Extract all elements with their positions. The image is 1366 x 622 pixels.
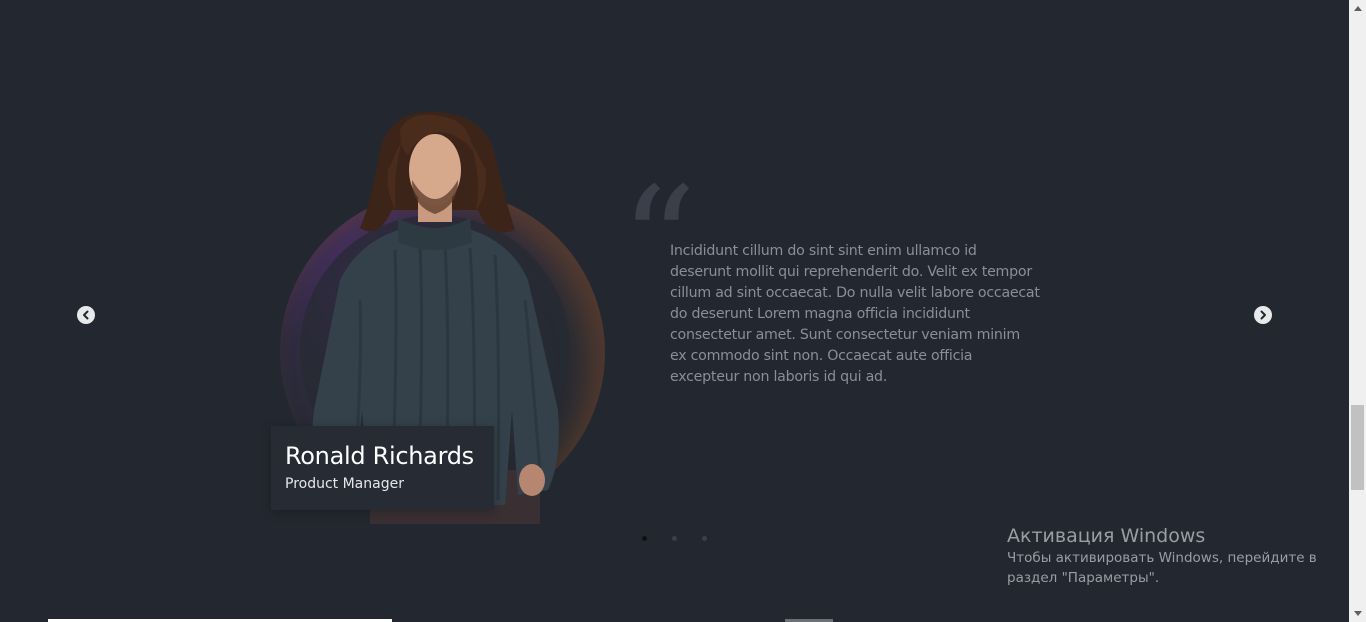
triangle-down-icon [1353, 611, 1362, 616]
carousel-next-button[interactable] [1254, 306, 1272, 324]
author-name: Ronald Richards [285, 442, 474, 470]
testimonial-section: Ronald Richards Product Manager “ Incidi… [0, 0, 1349, 622]
carousel-prev-button[interactable] [77, 306, 95, 324]
windows-activation-title: Активация Windows [1007, 525, 1206, 547]
testimonial-text: Incididunt cillum do sint sint enim ulla… [670, 243, 1040, 385]
windows-activation-line1: Чтобы активировать Windows, перейдите в [1007, 550, 1317, 566]
scroll-up-button[interactable] [1349, 0, 1366, 17]
carousel-dot-1[interactable] [642, 536, 647, 541]
carousel-dot-3[interactable] [702, 536, 707, 541]
carousel-dot-2[interactable] [672, 536, 677, 541]
windows-activation-watermark: Активация Windows Чтобы активировать Win… [1007, 524, 1317, 588]
windows-activation-line2: раздел "Параметры". [1007, 570, 1160, 586]
scroll-down-button[interactable] [1349, 605, 1366, 622]
testimonial-author-card: Ronald Richards Product Manager [271, 426, 494, 510]
chevron-right-icon [1260, 310, 1266, 320]
vertical-scrollbar[interactable] [1349, 0, 1366, 622]
triangle-up-icon [1353, 6, 1362, 11]
chevron-left-icon [83, 310, 89, 320]
scrollbar-thumb[interactable] [1351, 405, 1364, 490]
author-role: Product Manager [285, 476, 404, 492]
